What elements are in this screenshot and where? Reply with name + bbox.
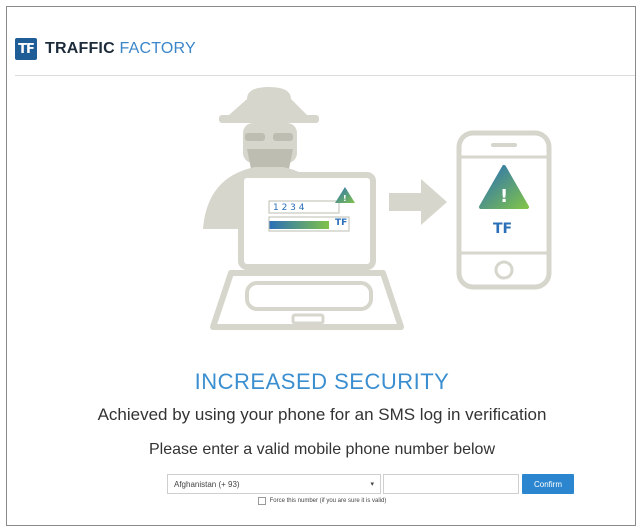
header-divider — [15, 75, 635, 76]
arrow-right-icon — [389, 179, 447, 225]
header: TF TRAFFIC FACTORY — [15, 35, 196, 63]
brand-name: TRAFFIC FACTORY — [45, 40, 196, 58]
laptop-tf-logo: TF — [335, 218, 347, 228]
laptop-screen-digits: 1 2 3 4 — [273, 203, 305, 213]
phone-tf-logo: TF — [493, 221, 512, 237]
phone-alert-mark: ! — [500, 186, 508, 207]
chevron-down-icon: ▾ — [370, 481, 374, 488]
force-number-row: Force this number (if you are sure it is… — [7, 497, 637, 505]
phone-icon: ! TF — [456, 130, 552, 290]
force-number-label: Force this number (if you are sure it is… — [269, 498, 387, 504]
force-number-checkbox[interactable] — [257, 497, 266, 505]
instruction-text: Please enter a valid mobile phone number… — [149, 441, 495, 458]
phone-number-input[interactable] — [383, 474, 519, 494]
brand-part-traffic: TRAFFIC — [45, 40, 115, 57]
laptop-alert-mark: ! — [343, 194, 347, 203]
page-frame: TF TRAFFIC FACTORY 1 2 3 4 ! TF ! TF INC… — [6, 6, 636, 526]
subtitle: Achieved by using your phone for an SMS … — [97, 405, 547, 424]
page-title: INCREASED SECURITY — [194, 369, 450, 394]
security-illustration: 1 2 3 4 ! TF ! TF — [203, 87, 552, 330]
phone-form: Afghanistan (+ 93) ▾ Confirm — [167, 473, 574, 495]
laptop-icon: 1 2 3 4 ! TF — [210, 172, 404, 330]
country-select[interactable]: Afghanistan (+ 93) ▾ — [167, 474, 381, 494]
tf-logo-icon: TF — [15, 38, 37, 60]
confirm-button[interactable]: Confirm — [522, 474, 574, 494]
brand-part-factory: FACTORY — [119, 40, 196, 57]
country-select-value: Afghanistan (+ 93) — [174, 479, 240, 489]
